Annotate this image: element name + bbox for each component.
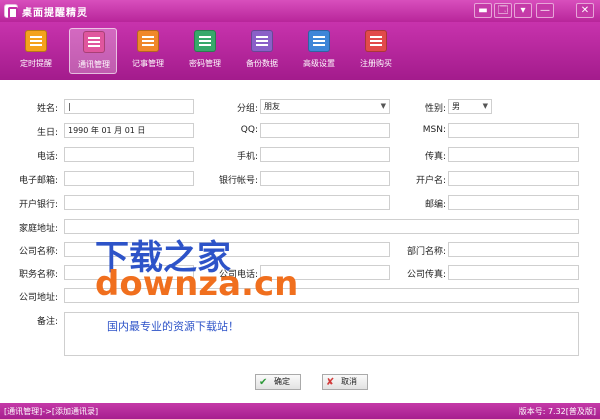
postcode-input[interactable] <box>448 195 579 210</box>
qq-input[interactable] <box>260 123 390 138</box>
tool-label: 记事管理 <box>132 59 164 68</box>
tool-label: 定时提醒 <box>20 59 52 68</box>
bank-account-input[interactable] <box>260 171 390 186</box>
phone-label: 电话: <box>36 152 58 162</box>
position-label: 职务名称: <box>18 270 58 280</box>
restore-button[interactable]: 🗔 <box>494 3 512 18</box>
tool-settings[interactable]: 高级设置 <box>295 28 343 74</box>
gender-select[interactable]: 男 <box>448 99 492 114</box>
bank-input[interactable] <box>64 195 390 210</box>
title-bar: 桌面提醒精灵 ▬ 🗔 ▾ — ✕ <box>0 0 600 22</box>
fax-input[interactable] <box>448 147 579 162</box>
mobile-label: 手机: <box>236 152 258 162</box>
email-label: 电子邮箱: <box>18 176 58 186</box>
notepad-icon <box>137 30 159 52</box>
notes-label: 备注: <box>36 317 58 327</box>
tool-label: 密码管理 <box>189 59 221 68</box>
watermark-slogan: 国内最专业的资源下载站！ <box>107 320 239 333</box>
window-title: 桌面提醒精灵 <box>22 8 88 19</box>
group-select[interactable]: 朋友 <box>260 99 390 114</box>
mobile-input[interactable] <box>260 147 390 162</box>
clock-icon <box>25 30 47 52</box>
tool-label: 通讯管理 <box>78 60 110 69</box>
phone-input[interactable] <box>64 147 194 162</box>
check-icon: ✔ <box>259 377 268 388</box>
contact-form: 姓名: | 分组: 朋友 性别: 男 生日: 1990 年 01 月 01 日 … <box>0 80 600 403</box>
menu-button[interactable]: ▾ <box>514 3 532 18</box>
ok-button[interactable]: ✔ 确定 <box>255 374 301 390</box>
tool-reminder[interactable]: 定时提醒 <box>12 28 60 74</box>
tool-contacts[interactable]: 通讯管理 <box>69 28 117 74</box>
account-name-label: 开户名: <box>415 176 446 186</box>
cancel-button[interactable]: ✘ 取消 <box>322 374 368 390</box>
status-bar: [通讯管理]->[添加通讯录] 版本号: 7.32[普及版] <box>0 403 600 419</box>
tool-backup[interactable]: 备份数据 <box>238 28 286 74</box>
tool-notes[interactable]: 记事管理 <box>124 28 172 74</box>
main-toolbar: 定时提醒 通讯管理 记事管理 密码管理 备份数据 高级设置 注册购买 <box>0 22 600 103</box>
company-fax-input[interactable] <box>448 265 579 280</box>
name-input[interactable]: | <box>64 99 194 114</box>
department-input[interactable] <box>448 242 579 257</box>
minimize-button[interactable]: — <box>536 3 554 18</box>
tool-passwords[interactable]: 密码管理 <box>181 28 229 74</box>
birthday-input[interactable]: 1990 年 01 月 01 日 <box>64 123 194 138</box>
cross-icon: ✘ <box>326 377 335 388</box>
bank-account-label: 银行帐号: <box>218 176 258 186</box>
app-window: 桌面提醒精灵 ▬ 🗔 ▾ — ✕ 定时提醒 通讯管理 记事管理 密码管理 备份数… <box>0 0 600 419</box>
contacts-icon <box>83 31 105 53</box>
home-address-label: 家庭地址: <box>18 224 58 234</box>
tool-label: 高级设置 <box>303 59 335 68</box>
postcode-label: 邮编: <box>424 200 446 210</box>
settings-icon <box>308 30 330 52</box>
tool-label: 注册购买 <box>360 59 392 68</box>
cart-icon <box>365 30 387 52</box>
name-label: 姓名: <box>36 104 58 114</box>
group-label: 分组: <box>236 104 258 114</box>
company-address-label: 公司地址: <box>18 293 58 303</box>
email-input[interactable] <box>64 171 194 186</box>
password-icon <box>194 30 216 52</box>
ok-label: 确定 <box>274 377 290 386</box>
qq-label: QQ: <box>240 125 258 135</box>
backup-icon <box>251 30 273 52</box>
company-label: 公司名称: <box>18 247 58 257</box>
version-text: 版本号: 7.32[普及版] <box>518 407 596 416</box>
tool-label: 备份数据 <box>246 59 278 68</box>
account-name-input[interactable] <box>448 171 579 186</box>
msn-label: MSN: <box>422 125 446 135</box>
close-button[interactable]: ✕ <box>576 3 594 18</box>
msn-input[interactable] <box>448 123 579 138</box>
fax-label: 传真: <box>424 152 446 162</box>
watermark-domain: downza.cn <box>95 264 299 304</box>
department-label: 部门名称: <box>406 247 446 257</box>
cancel-label: 取消 <box>341 377 357 386</box>
company-fax-label: 公司传真: <box>406 270 446 280</box>
bank-label: 开户银行: <box>18 200 58 210</box>
birthday-label: 生日: <box>36 128 58 138</box>
breadcrumb: [通讯管理]->[添加通讯录] <box>4 407 99 416</box>
skin-button[interactable]: ▬ <box>474 3 492 18</box>
gender-label: 性别: <box>424 104 446 114</box>
tool-register[interactable]: 注册购买 <box>352 28 400 74</box>
app-logo-icon <box>4 4 18 19</box>
